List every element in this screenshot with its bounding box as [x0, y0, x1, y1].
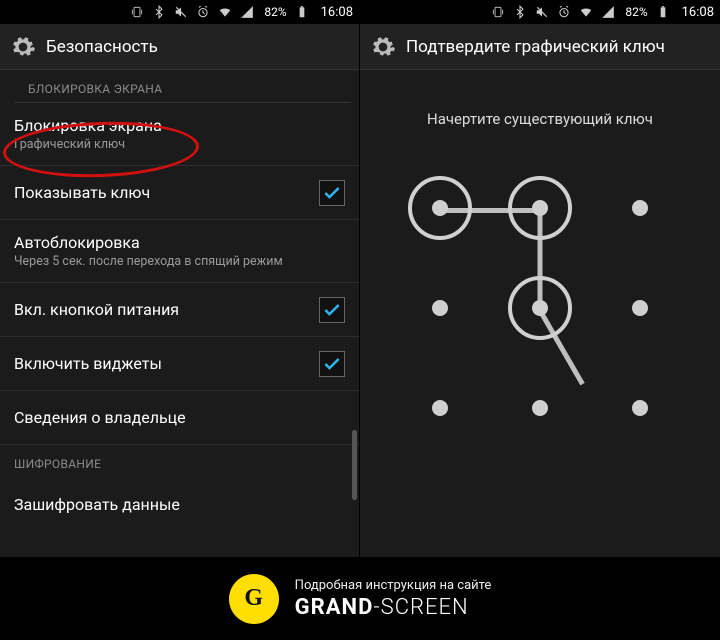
mute-icon [174, 5, 188, 19]
status-bar-left: 82% 16:08 [0, 0, 359, 24]
left-phone-settings: 82% 16:08 Безопасность БЛОКИРОВКА ЭКРАНА… [0, 0, 360, 557]
page-title: Безопасность [46, 37, 158, 57]
row-screen-lock[interactable]: Блокировка экрана Графический ключ [0, 103, 359, 166]
row-auto-lock[interactable]: Автоблокировка Через 5 сек. после перехо… [0, 220, 359, 283]
row-label: Сведения о владельце [14, 408, 345, 427]
row-label: Блокировка экрана [14, 116, 345, 135]
wifi-icon [579, 5, 593, 19]
clock: 16:08 [682, 5, 714, 20]
page-title: Подтвердите графический ключ [406, 37, 665, 57]
pattern-screen: Начертите существующий ключ [360, 70, 720, 557]
gear-icon [10, 34, 36, 60]
row-show-pattern[interactable]: Показывать ключ [0, 166, 359, 220]
bluetooth-icon [513, 5, 527, 19]
pattern-dot[interactable] [532, 400, 548, 416]
pattern-dot[interactable] [432, 300, 448, 316]
vibrate-icon [491, 5, 505, 19]
section-header-lock: БЛОКИРОВКА ЭКРАНА [14, 70, 351, 103]
vibrate-icon [130, 5, 144, 19]
row-encrypt[interactable]: Зашифровать данные [0, 477, 359, 531]
row-label: Зашифровать данные [14, 495, 345, 514]
pattern-grid[interactable] [400, 168, 680, 448]
clock: 16:08 [321, 5, 353, 20]
pattern-dot[interactable] [432, 400, 448, 416]
signal-icon [240, 5, 254, 19]
pattern-dot[interactable] [632, 200, 648, 216]
bluetooth-icon [152, 5, 166, 19]
app-header-right: Подтвердите графический ключ [360, 24, 720, 70]
pattern-ring-active [408, 176, 472, 240]
checkbox-checked[interactable] [319, 180, 345, 206]
row-label: Включить виджеты [14, 354, 319, 373]
row-subtext: Графический ключ [14, 137, 345, 152]
pattern-dot[interactable] [632, 300, 648, 316]
row-widgets[interactable]: Включить виджеты [0, 337, 359, 391]
app-header-left: Безопасность [0, 24, 359, 70]
battery-icon [295, 5, 309, 19]
battery-icon [656, 5, 670, 19]
pattern-ring-active [508, 276, 572, 340]
section-header-encryption: ШИФРОВАНИЕ [0, 445, 359, 477]
row-subtext: Через 5 сек. после перехода в спящий реж… [14, 254, 345, 269]
pattern-dot[interactable] [632, 400, 648, 416]
row-owner-info[interactable]: Сведения о владельце [0, 391, 359, 445]
status-bar-right: 82% 16:08 [360, 0, 720, 24]
row-power-lock[interactable]: Вкл. кнопкой питания [0, 283, 359, 337]
pattern-prompt: Начертите существующий ключ [427, 110, 653, 128]
battery-percent: 82% [625, 5, 647, 19]
wifi-icon [218, 5, 232, 19]
alarm-icon [557, 5, 571, 19]
row-label: Вкл. кнопкой питания [14, 300, 319, 319]
checkbox-checked[interactable] [319, 351, 345, 377]
banner-brand: GRAND-SCREEN [295, 595, 492, 620]
gear-icon [370, 34, 396, 60]
scrollbar-indicator[interactable] [352, 430, 357, 500]
pattern-ring-active [508, 176, 572, 240]
mute-icon [535, 5, 549, 19]
brand-logo-letter: G [244, 585, 263, 612]
alarm-icon [196, 5, 210, 19]
row-label: Показывать ключ [14, 183, 319, 202]
row-label: Автоблокировка [14, 233, 345, 252]
checkbox-checked[interactable] [319, 297, 345, 323]
footer-banner: G Подробная инструкция на сайте GRAND-SC… [0, 557, 720, 640]
battery-percent: 82% [264, 5, 286, 19]
right-phone-pattern: 82% 16:08 Подтвердите графический ключ Н… [360, 0, 720, 557]
settings-list[interactable]: БЛОКИРОВКА ЭКРАНА Блокировка экрана Граф… [0, 70, 359, 557]
brand-logo: G [229, 574, 279, 624]
banner-tagline: Подробная инструкция на сайте [295, 578, 492, 593]
signal-icon [601, 5, 615, 19]
